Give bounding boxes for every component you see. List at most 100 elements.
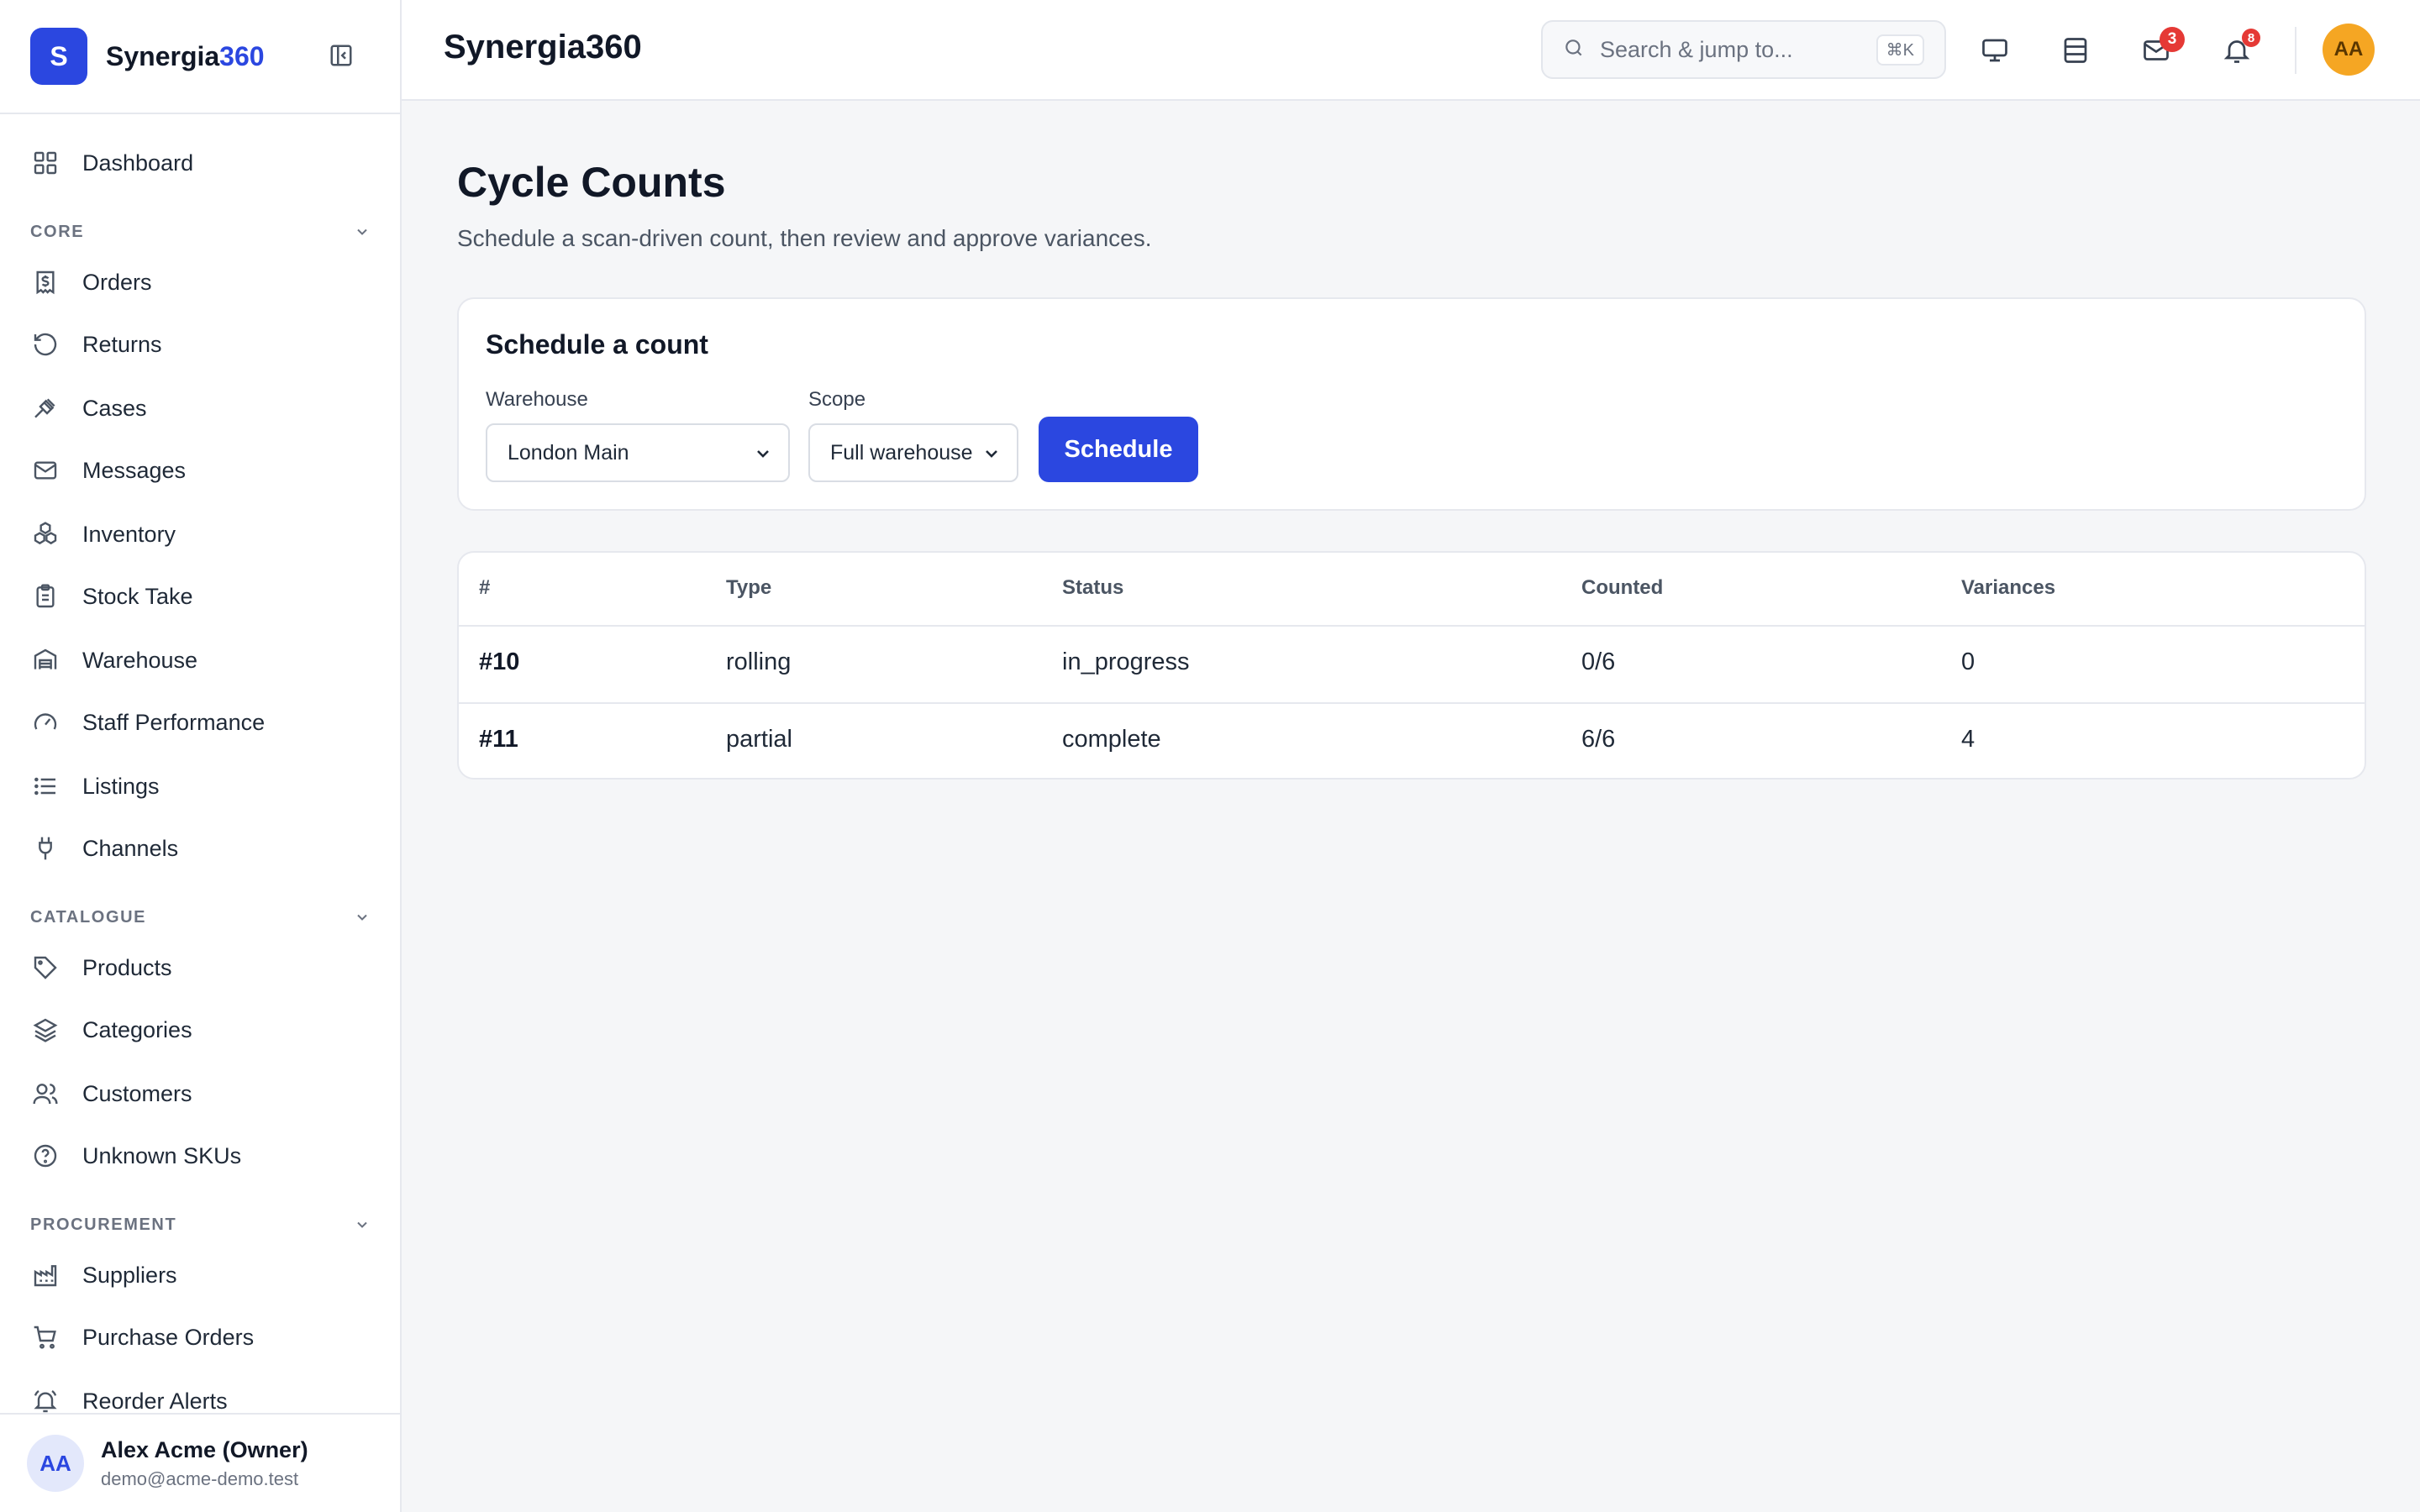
- user-card[interactable]: AA Alex Acme (Owner) demo@acme-demo.test: [0, 1413, 400, 1512]
- topbar: Synergia360 Search & jump to... ⌘K 3 8 A…: [402, 0, 2420, 101]
- boxes-icon: [30, 519, 60, 549]
- sidebar-item-label: Returns: [82, 331, 162, 357]
- inbox-mail-icon[interactable]: 3: [2138, 27, 2185, 69]
- sidebar-item-purchase-orders[interactable]: Purchase Orders: [30, 1314, 366, 1361]
- table-header: # Type Status Counted Variances: [459, 553, 2365, 627]
- warehouse-select-value: London Main: [508, 440, 629, 465]
- chevron-down-icon: [351, 221, 373, 243]
- sidebar-item-label: Orders: [82, 269, 152, 295]
- bell-icon[interactable]: 8: [2218, 29, 2260, 69]
- sidebar-item-returns[interactable]: Returns: [30, 321, 366, 368]
- count-variances: 4: [1961, 726, 1975, 753]
- sidebar-item-warehouse[interactable]: Warehouse: [30, 637, 366, 684]
- column-header[interactable]: Variances: [1961, 576, 2055, 600]
- scope-select[interactable]: Full warehouse: [808, 423, 1018, 482]
- brand-name: Synergia360: [106, 41, 265, 72]
- sidebar-item-label: Suppliers: [82, 1262, 177, 1288]
- sidebar-item-label: Channels: [82, 835, 179, 861]
- sidebar-item-products[interactable]: Products: [30, 944, 366, 991]
- help-circle-icon: [30, 1141, 60, 1171]
- sidebar-item-cases[interactable]: Cases: [30, 385, 366, 432]
- table-row[interactable]: #11 partial complete 6/6 4: [459, 702, 2365, 778]
- avatar: AA: [27, 1435, 84, 1492]
- monitor-icon[interactable]: [1976, 32, 2013, 69]
- sidebar-item-messages[interactable]: Messages: [30, 447, 366, 494]
- scope-select-value: Full warehouse: [830, 440, 973, 465]
- clipboard-icon: [30, 581, 60, 612]
- sidebar-item-unknown-skus[interactable]: Unknown SKUs: [30, 1132, 366, 1179]
- cart-icon: [30, 1322, 60, 1352]
- section-procurement[interactable]: PROCUREMENT: [30, 1208, 373, 1242]
- brand-name-main: Synergia: [106, 40, 220, 71]
- user-meta: Alex Acme (Owner) demo@acme-demo.test: [101, 1437, 308, 1490]
- sidebar-item-label: Inventory: [82, 521, 176, 547]
- schedule-count-card: Schedule a count Warehouse London Main S…: [457, 297, 2366, 511]
- cycle-counts-table: # Type Status Counted Variances #10 roll…: [457, 551, 2366, 780]
- sidebar-item-staff-performance[interactable]: Staff Performance: [30, 699, 366, 746]
- count-id[interactable]: #11: [479, 726, 518, 753]
- brand-name-accent: 360: [219, 40, 265, 71]
- sidebar-item-categories[interactable]: Categories: [30, 1006, 366, 1053]
- topbar-divider: [2295, 27, 2296, 74]
- user-avatar[interactable]: AA: [2323, 24, 2375, 76]
- sidebar-item-label: Purchase Orders: [82, 1324, 255, 1350]
- sidebar-item-orders[interactable]: Orders: [30, 259, 366, 306]
- user-email: demo@acme-demo.test: [101, 1467, 299, 1489]
- warehouse-icon: [30, 645, 60, 675]
- sidebar-item-inventory[interactable]: Inventory: [30, 511, 366, 558]
- chevron-down-icon: [753, 444, 773, 470]
- count-id[interactable]: #10: [479, 648, 519, 676]
- chevron-down-icon: [981, 444, 1002, 470]
- warehouse-select[interactable]: London Main: [486, 423, 790, 482]
- layout-rows-icon[interactable]: [2057, 32, 2094, 69]
- section-core[interactable]: CORE: [30, 215, 373, 249]
- column-header[interactable]: Status: [1062, 576, 1123, 600]
- section-catalogue[interactable]: CATALOGUE: [30, 900, 373, 934]
- user-name: Alex Acme (Owner): [101, 1436, 308, 1462]
- count-variances: 0: [1961, 648, 1975, 675]
- search-placeholder: Search & jump to...: [1600, 36, 1793, 62]
- table-row[interactable]: #10 rolling in_progress 0/6 0: [459, 625, 2365, 704]
- mail-icon: [30, 455, 60, 486]
- sidebar-item-label: Unknown SKUs: [82, 1142, 242, 1168]
- factory-icon: [30, 1260, 60, 1290]
- sidebar-item-label: Dashboard: [82, 150, 194, 176]
- section-title: CATALOGUE: [30, 907, 147, 927]
- sidebar-item-label: Products: [82, 954, 172, 980]
- app-root: S Synergia360 Dashboard CORE Orders Retu…: [0, 0, 2420, 1512]
- sidebar-item-label: Customers: [82, 1080, 192, 1106]
- sidebar-item-listings[interactable]: Listings: [30, 763, 366, 810]
- grid-icon: [30, 148, 60, 178]
- page-title: Cycle Counts: [457, 159, 726, 206]
- brand-logo[interactable]: S: [30, 28, 87, 85]
- count-status: complete: [1062, 726, 1161, 753]
- sidebar-item-dashboard[interactable]: Dashboard: [30, 139, 366, 186]
- sidebar: S Synergia360 Dashboard CORE Orders Retu…: [0, 0, 402, 1512]
- sidebar-item-reorder-alerts[interactable]: Reorder Alerts: [30, 1378, 366, 1413]
- chevron-down-icon: [351, 906, 373, 928]
- bell-ring-icon: [30, 1386, 60, 1413]
- column-header[interactable]: #: [479, 576, 490, 600]
- count-status: in_progress: [1062, 648, 1190, 675]
- shortcut-hint: ⌘K: [1876, 34, 1924, 66]
- sidebar-item-label: Listings: [82, 773, 160, 799]
- page-subtitle: Schedule a scan-driven count, then revie…: [457, 225, 1152, 251]
- schedule-button[interactable]: Schedule: [1039, 417, 1198, 482]
- count-type: partial: [726, 726, 792, 753]
- gavel-icon: [30, 393, 60, 423]
- app-title: Synergia360: [444, 29, 642, 66]
- plug-icon: [30, 833, 60, 864]
- notification-badge: 8: [2242, 29, 2260, 47]
- sidebar-item-label: Categories: [82, 1016, 192, 1042]
- sidebar-item-suppliers[interactable]: Suppliers: [30, 1252, 366, 1299]
- search-input[interactable]: Search & jump to... ⌘K: [1541, 20, 1946, 79]
- column-header[interactable]: Counted: [1581, 576, 1663, 600]
- card-title: Schedule a count: [486, 329, 708, 360]
- sidebar-item-customers[interactable]: Customers: [30, 1070, 366, 1117]
- receipt-dollar-icon: [30, 267, 60, 297]
- sidebar-item-stock-take[interactable]: Stock Take: [30, 573, 366, 620]
- rotate-ccw-icon: [30, 329, 60, 360]
- sidebar-item-channels[interactable]: Channels: [30, 825, 366, 872]
- column-header[interactable]: Type: [726, 576, 771, 600]
- collapse-sidebar-icon[interactable]: [328, 42, 355, 69]
